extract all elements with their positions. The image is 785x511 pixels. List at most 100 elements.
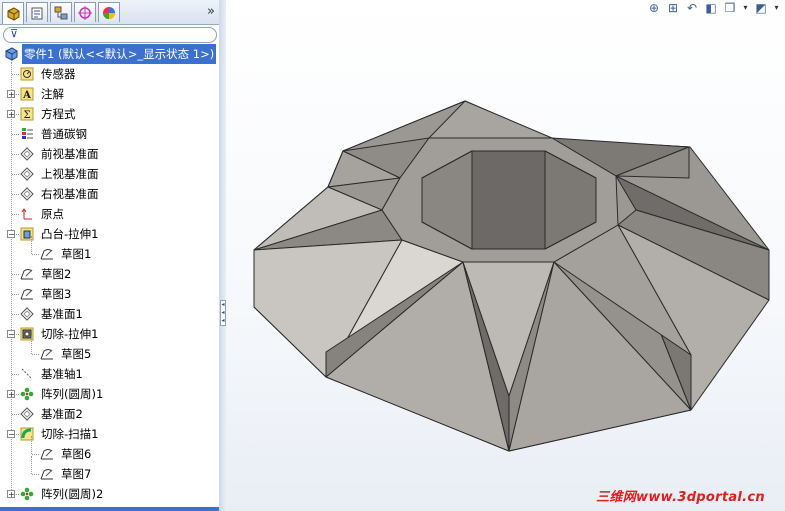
panel-splitter[interactable] (219, 0, 226, 511)
tree-guide-line (31, 436, 32, 454)
expand-toggle[interactable]: + (7, 90, 15, 99)
plane-icon (20, 307, 34, 321)
tree-item[interactable]: − 切除-拉伸1 (0, 324, 219, 344)
circular-pattern-icon (20, 487, 34, 501)
plane-icon (20, 187, 34, 201)
sketch-icon (20, 269, 33, 280)
tree-item-label: 凸台-拉伸1 (41, 227, 99, 241)
tree-connector (32, 254, 39, 255)
tree-guide-line (31, 456, 32, 474)
tree-item-label: 注解 (41, 87, 64, 101)
sketch-icon (40, 349, 53, 360)
configuration-manager-icon (54, 6, 68, 19)
tree-item-label: 切除-扫描1 (41, 427, 99, 441)
tree-item-label: 传感器 (41, 67, 76, 81)
feature-manager-icon (7, 6, 20, 21)
tree-root-label: 零件1 (默认<<默认>_显示状态 1>) (22, 44, 217, 64)
tree-item-label: 原点 (41, 207, 64, 221)
tree-item[interactable]: + Σ 方程式 (0, 104, 219, 124)
tree-item[interactable]: 草图3 (0, 284, 219, 304)
expand-toggle[interactable]: + (7, 490, 15, 499)
tree-item[interactable]: 草图5 (0, 344, 219, 364)
material-icon (22, 128, 33, 139)
plane-icon (20, 147, 34, 161)
configuration-manager-tab[interactable] (50, 2, 72, 22)
tree-item-label: 基准面1 (41, 307, 83, 321)
annotation-icon: A (20, 87, 34, 101)
tree-item[interactable]: 传感器 (0, 64, 219, 84)
tree-item-label: 阵列(圆周)2 (41, 487, 104, 501)
tree-item-label: 方程式 (41, 107, 76, 121)
part-icon (5, 47, 18, 61)
tree-item-label: 草图6 (61, 447, 92, 461)
panel-bottom-bar (0, 507, 219, 511)
axis-icon (21, 368, 33, 380)
star-part-model (253, 100, 770, 452)
model-view (253, 100, 770, 452)
tree-connector (32, 454, 39, 455)
tree-connector (12, 174, 19, 175)
feature-manager-panel: » ⊽ 零件1 (默认<<默认>_显示状态 1>) 传感器 + A 注解 + Σ 方程式普通… (0, 0, 220, 511)
origin-icon (21, 208, 32, 220)
property-manager-tab[interactable] (26, 2, 48, 22)
display-manager-icon (103, 6, 115, 19)
tree-guide-line (31, 336, 32, 354)
tree-root-part[interactable]: 零件1 (默认<<默认>_显示状态 1>) (0, 44, 219, 64)
tree-item-label: 基准轴1 (41, 367, 83, 381)
tree-item[interactable]: 原点 (0, 204, 219, 224)
tree-connector (12, 274, 19, 275)
tree-item-label: 前视基准面 (41, 147, 99, 161)
tree-guide-line (31, 236, 32, 254)
tree-connector (12, 374, 19, 375)
tree-item[interactable]: − 凸台-拉伸1 (0, 224, 219, 244)
property-manager-icon (31, 7, 43, 19)
plane-icon (20, 407, 34, 421)
tree-item-label: 上视基准面 (41, 167, 99, 181)
tree-connector (32, 474, 39, 475)
tree-filter-input[interactable]: ⊽ (3, 27, 217, 43)
svg-text:Σ: Σ (23, 110, 30, 121)
tree-connector (12, 74, 19, 75)
sketch-icon (40, 249, 53, 260)
tree-item[interactable]: − 切除-扫描1 (0, 424, 219, 444)
display-manager-tab[interactable] (98, 2, 120, 22)
expand-toggle[interactable]: − (7, 230, 15, 239)
feature-manager-tab[interactable] (2, 2, 24, 24)
tree-item[interactable]: 草图2 (0, 264, 219, 284)
tree-item[interactable]: 前视基准面 (0, 144, 219, 164)
tree-item[interactable]: 右视基准面 (0, 184, 219, 204)
tree-item-label: 草图5 (61, 347, 92, 361)
tree-item[interactable]: 上视基准面 (0, 164, 219, 184)
sketch-icon (40, 469, 53, 480)
plane-icon (20, 167, 34, 181)
svg-text:A: A (22, 90, 31, 101)
dimxpert-icon (78, 5, 92, 20)
expand-toggle[interactable]: + (7, 390, 15, 399)
sketch-icon (40, 449, 53, 460)
tree-item[interactable]: 基准轴1 (0, 364, 219, 384)
expand-toggle[interactable]: − (7, 430, 15, 439)
tree-item[interactable]: 草图1 (0, 244, 219, 264)
tree-item[interactable]: 基准面1 (0, 304, 219, 324)
graphics-area[interactable]: ⊕ ⊞ ↶ ◧ ❒ ▾ ◩ ▾ 三维网www.3dportal.cn (226, 0, 785, 511)
tree-item-label: 右视基准面 (41, 187, 99, 201)
tree-item[interactable]: + 阵列(圆周)2 (0, 484, 219, 504)
more-tabs-button[interactable]: » (207, 4, 215, 19)
tree-item-label: 草图7 (61, 467, 92, 481)
tree-connector (12, 134, 19, 135)
tree-item[interactable]: 基准面2 (0, 404, 219, 424)
expand-toggle[interactable]: − (7, 330, 15, 339)
expand-toggle[interactable]: + (7, 110, 15, 119)
tree-item[interactable]: 草图7 (0, 464, 219, 484)
tree-item[interactable]: + 阵列(圆周)1 (0, 384, 219, 404)
tree-item-label: 草图1 (61, 247, 92, 261)
tree-item[interactable]: + A 注解 (0, 84, 219, 104)
sketch-icon (20, 289, 33, 300)
panel-tab-bar: » (0, 0, 219, 25)
tree-item[interactable]: 普通碳钢 (0, 124, 219, 144)
tree-item-label: 普通碳钢 (41, 127, 87, 141)
circular-pattern-icon (20, 387, 34, 401)
dimxpert-manager-tab[interactable] (74, 2, 96, 22)
tree-item-label: 切除-拉伸1 (41, 327, 99, 341)
tree-item[interactable]: 草图6 (0, 444, 219, 464)
